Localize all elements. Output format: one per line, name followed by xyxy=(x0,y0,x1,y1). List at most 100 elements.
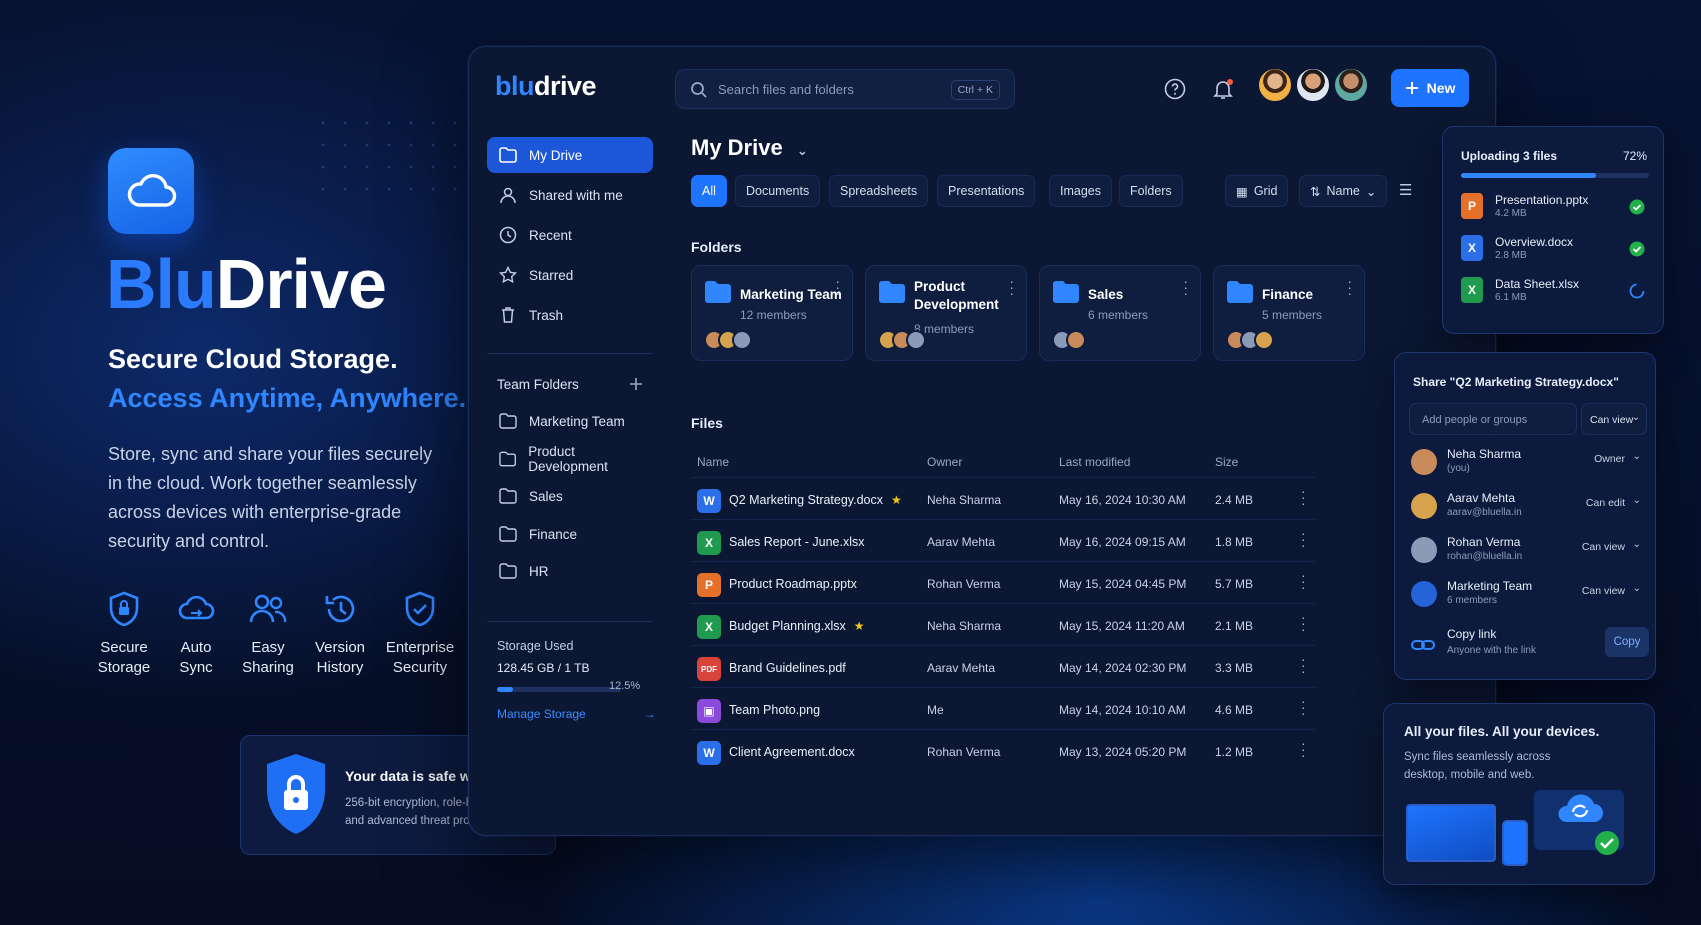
more-icon[interactable]: · · · xyxy=(1301,484,1306,510)
team-folder-hr[interactable]: HR xyxy=(487,553,653,589)
help-icon[interactable] xyxy=(1163,77,1187,101)
person-name: Aarav Mehta xyxy=(1447,491,1516,505)
sync-text: Sync files seamlessly across desktop, mo… xyxy=(1404,751,1551,781)
column-header-owner[interactable]: Owner xyxy=(927,455,962,469)
search-shortcut: Ctrl + K xyxy=(950,80,1000,100)
clock-icon xyxy=(499,226,517,244)
tab-all[interactable]: All xyxy=(691,175,727,207)
hero-headline: Secure Cloud Storage. xyxy=(108,344,398,374)
file-owner: Aarav Mehta xyxy=(927,535,996,549)
more-icon[interactable]: · · · xyxy=(835,274,840,300)
team-folder-sales[interactable]: Sales xyxy=(487,478,653,514)
folder-icon xyxy=(499,451,517,467)
share-permission-select[interactable]: Can view ⌄ xyxy=(1581,403,1647,435)
folder-card[interactable]: Sales 6 members · · · xyxy=(1039,265,1201,361)
bell-icon[interactable] xyxy=(1211,77,1235,101)
file-type-icon: W xyxy=(697,741,721,765)
tab-presentations[interactable]: Presentations xyxy=(937,175,1036,207)
folder-card[interactable]: Product Development 8 members · · · xyxy=(865,265,1027,361)
new-button[interactable]: New xyxy=(1391,69,1469,107)
upload-panel: Uploading 3 files 72% P Presentation.pptx… xyxy=(1442,126,1664,334)
share-people-input[interactable]: Add people or groups xyxy=(1409,403,1577,435)
shield-lock-icon xyxy=(267,754,325,834)
storage-label: Storage Used xyxy=(497,639,574,653)
team-folder-marketing[interactable]: Marketing Team xyxy=(487,403,653,439)
file-size: 2.4 MB xyxy=(1215,493,1254,507)
storage-percent: 12.5% xyxy=(609,680,641,692)
folder-icon xyxy=(499,147,517,163)
sidebar-item-starred[interactable]: Starred xyxy=(487,257,653,293)
team-folder-finance[interactable]: Finance xyxy=(487,516,653,552)
list-view-icon[interactable]: ☰ xyxy=(1399,181,1412,199)
person-name: Neha Sharma xyxy=(1447,447,1522,461)
file-owner: Aarav Mehta xyxy=(927,661,996,675)
chevron-down-icon[interactable]: ⌄ xyxy=(1633,451,1641,462)
more-icon[interactable]: · · · xyxy=(1183,274,1188,300)
column-header-name[interactable]: Name xyxy=(697,455,729,469)
avatar[interactable] xyxy=(1257,67,1293,103)
sort-button[interactable]: ⇅ Name ⌄ xyxy=(1299,175,1388,207)
more-icon[interactable]: · · · xyxy=(1301,526,1306,552)
file-owner: Rohan Verma xyxy=(927,577,1001,591)
manage-storage-link[interactable]: Manage Storage → xyxy=(497,707,656,721)
file-size: 2.1 MB xyxy=(1215,619,1254,633)
file-name: Budget Planning.xlsx ★ xyxy=(729,619,865,633)
more-icon[interactable]: · · · xyxy=(1301,652,1306,678)
file-type-icon: PDF xyxy=(697,657,721,681)
sidebar-item-my-drive[interactable]: My Drive xyxy=(487,137,653,173)
column-header-size[interactable]: Size xyxy=(1215,455,1238,469)
copy-link-subtitle: Anyone with the link xyxy=(1447,645,1536,656)
team-folder-product[interactable]: Product Development xyxy=(487,441,653,477)
grid-icon: ▦ xyxy=(1236,184,1248,199)
chevron-down-icon: ⌄ xyxy=(1365,184,1377,199)
table-row[interactable]: W Client Agreement.docx Rohan Verma May 13,… xyxy=(691,729,1315,773)
table-row[interactable]: ▣ Team Photo.png Me May 14, 2024 10:10 AM 4.… xyxy=(691,687,1315,731)
file-size: 1.2 MB xyxy=(1215,745,1254,759)
grid-view-button[interactable]: ▦ Grid xyxy=(1225,175,1289,207)
more-icon[interactable]: · · · xyxy=(1301,568,1306,594)
star-icon[interactable]: ★ xyxy=(891,493,902,507)
folder-card[interactable]: Finance 5 members · · · xyxy=(1213,265,1365,361)
avatar[interactable] xyxy=(1333,67,1369,103)
avatar[interactable] xyxy=(1295,67,1331,103)
tab-documents[interactable]: Documents xyxy=(735,175,821,207)
chevron-down-icon[interactable]: ⌄ xyxy=(1633,495,1641,506)
more-icon[interactable]: · · · xyxy=(1301,610,1306,636)
tab-folders[interactable]: Folders xyxy=(1119,175,1183,207)
app-brand[interactable]: bludrive xyxy=(495,71,597,102)
person-role[interactable]: Can edit xyxy=(1586,497,1625,509)
star-icon[interactable]: ★ xyxy=(854,619,865,633)
more-icon[interactable]: · · · xyxy=(1301,736,1306,762)
table-row[interactable]: P Product Roadmap.pptx Rohan Verma May 15, … xyxy=(691,561,1315,605)
person-role[interactable]: Owner xyxy=(1594,453,1625,465)
file-name: Team Photo.png xyxy=(729,703,821,717)
file-modified: May 15, 2024 04:45 PM xyxy=(1059,577,1187,591)
table-row[interactable]: X Budget Planning.xlsx ★ Neha Sharma May 15,… xyxy=(691,603,1315,647)
page-title[interactable]: My Drive ⌄ xyxy=(691,135,808,161)
chevron-down-icon[interactable]: ⌄ xyxy=(1633,583,1641,594)
sidebar-item-shared[interactable]: Shared with me xyxy=(487,177,653,213)
table-row[interactable]: X Sales Report - June.xlsx Aarav Mehta May … xyxy=(691,519,1315,563)
sidebar-item-trash[interactable]: Trash xyxy=(487,297,653,333)
person-role[interactable]: Can view xyxy=(1582,585,1625,597)
shield-check-icon xyxy=(405,591,435,627)
add-team-folder-icon[interactable] xyxy=(629,377,643,391)
person-role[interactable]: Can view xyxy=(1582,541,1625,553)
more-icon[interactable]: · · · xyxy=(1347,274,1352,300)
search-input[interactable]: Search files and folders Ctrl + K xyxy=(675,69,1015,109)
table-row[interactable]: PDF Brand Guidelines.pdf Aarav Mehta May 14… xyxy=(691,645,1315,689)
folder-icon xyxy=(499,526,517,542)
more-icon[interactable]: · · · xyxy=(1009,274,1014,300)
storage-value: 128.45 GB / 1 TB xyxy=(497,661,590,675)
more-icon[interactable]: · · · xyxy=(1301,694,1306,720)
tab-spreadsheets[interactable]: Spreadsheets xyxy=(829,175,929,207)
file-type-icon: X xyxy=(697,531,721,555)
chevron-down-icon[interactable]: ⌄ xyxy=(1633,539,1641,550)
folder-card[interactable]: Marketing Team 12 members · · · xyxy=(691,265,853,361)
tab-images[interactable]: Images xyxy=(1049,175,1112,207)
copy-link-button[interactable]: Copy xyxy=(1605,627,1649,657)
file-modified: May 16, 2024 09:15 AM xyxy=(1059,535,1186,549)
table-row[interactable]: W Q2 Marketing Strategy.docx ★ Neha Sharma M… xyxy=(691,477,1315,521)
column-header-modified[interactable]: Last modified xyxy=(1059,455,1130,469)
sidebar-item-recent[interactable]: Recent xyxy=(487,217,653,253)
